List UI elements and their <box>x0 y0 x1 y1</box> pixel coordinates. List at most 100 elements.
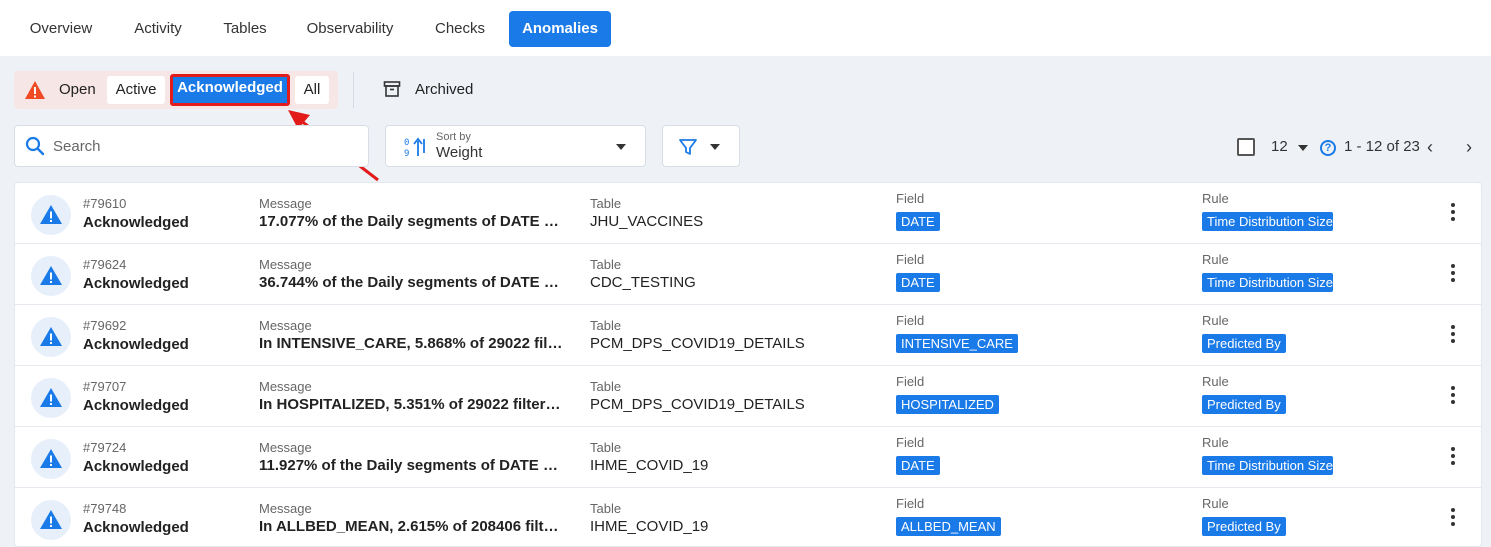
field-tag: HOSPITALIZED <box>896 395 999 414</box>
filter-icon <box>679 139 697 155</box>
field-tag: DATE <box>896 273 940 292</box>
table-value: CDC_TESTING <box>590 274 696 291</box>
anomaly-id: #79692 <box>83 318 127 333</box>
status-acknowledged-button[interactable]: Acknowledged <box>170 74 290 106</box>
table-value: IHME_COVID_19 <box>590 457 709 474</box>
field-tag: INTENSIVE_CARE <box>896 334 1018 353</box>
warning-icon <box>31 256 71 296</box>
warning-icon <box>31 317 71 357</box>
rule-label: Rule <box>1202 191 1229 206</box>
anomaly-row[interactable]: #79692 Acknowledged Message In INTENSIVE… <box>15 305 1481 366</box>
rule-label: Rule <box>1202 435 1229 450</box>
anomaly-row[interactable]: #79724 Acknowledged Message 11.927% of t… <box>15 427 1481 488</box>
warning-icon <box>25 81 45 99</box>
kebab-menu-icon[interactable] <box>1447 447 1459 469</box>
message-value: 36.744% of the Daily segments of DATE ha… <box>259 274 564 291</box>
message-label: Message <box>259 501 312 516</box>
rule-label: Rule <box>1202 313 1229 328</box>
chevron-down-icon[interactable] <box>1298 145 1308 151</box>
sort-dropdown[interactable]: 0 9 Sort by Weight <box>385 125 646 167</box>
tab-observability[interactable]: Observability <box>292 11 408 47</box>
anomaly-status: Acknowledged <box>83 336 189 353</box>
message-label: Message <box>259 379 312 394</box>
chevron-down-icon <box>710 144 720 150</box>
tab-anomalies[interactable]: Anomalies <box>509 11 611 47</box>
kebab-menu-icon[interactable] <box>1447 508 1459 530</box>
anomaly-status: Acknowledged <box>83 519 189 536</box>
field-label: Field <box>896 191 925 206</box>
status-filter-group: Open Active Acknowledged All <box>14 71 338 109</box>
search-input[interactable] <box>53 126 353 166</box>
warning-icon <box>31 439 71 479</box>
field-label: Field <box>896 496 925 511</box>
divider <box>353 72 354 108</box>
chevron-left-icon[interactable]: ‹ <box>1420 137 1440 157</box>
anomaly-status: Acknowledged <box>83 214 189 231</box>
rule-tag: Time Distribution Size <box>1202 273 1333 292</box>
field-label: Field <box>896 313 925 328</box>
anomaly-row[interactable]: #79610 Acknowledged Message 17.077% of t… <box>15 183 1481 244</box>
warning-icon <box>31 195 71 235</box>
field-label: Field <box>896 435 925 450</box>
message-value: In INTENSIVE_CARE, 5.868% of 29022 filte… <box>259 335 564 352</box>
anomaly-row[interactable]: #79707 Acknowledged Message In HOSPITALI… <box>15 366 1481 427</box>
table-label: Table <box>590 440 622 455</box>
message-label: Message <box>259 440 312 455</box>
field-label: Field <box>896 374 925 389</box>
field-tag: DATE <box>896 456 940 475</box>
warning-icon <box>31 500 71 540</box>
kebab-menu-icon[interactable] <box>1447 264 1459 286</box>
svg-text:0: 0 <box>404 138 409 148</box>
tab-checks[interactable]: Checks <box>420 11 500 47</box>
tab-activity[interactable]: Activity <box>118 11 198 47</box>
rule-label: Rule <box>1202 374 1229 389</box>
sort-icon: 0 9 <box>404 137 425 158</box>
page-size-select[interactable]: 12 <box>1271 138 1288 156</box>
message-value: In ALLBED_MEAN, 2.615% of 208406 filtere… <box>259 518 564 535</box>
search-box <box>14 125 369 167</box>
anomaly-status: Acknowledged <box>83 458 189 475</box>
anomaly-id: #79724 <box>83 440 127 455</box>
anomaly-id: #79748 <box>83 501 127 516</box>
kebab-menu-icon[interactable] <box>1447 203 1459 225</box>
filter-button[interactable] <box>662 125 740 167</box>
chevron-right-icon[interactable]: › <box>1459 137 1479 157</box>
anomaly-list: #79610 Acknowledged Message 17.077% of t… <box>14 182 1482 547</box>
warning-icon <box>31 378 71 418</box>
page-range: 1 - 12 of 23 <box>1344 138 1420 155</box>
search-icon <box>25 136 45 156</box>
kebab-menu-icon[interactable] <box>1447 325 1459 347</box>
chevron-down-icon <box>616 144 626 150</box>
select-all-checkbox[interactable] <box>1237 138 1255 156</box>
status-all-button[interactable]: All <box>295 76 329 104</box>
anomaly-row[interactable]: #79748 Acknowledged Message In ALLBED_ME… <box>15 488 1481 546</box>
kebab-menu-icon[interactable] <box>1447 386 1459 408</box>
rule-tag: Predicted By <box>1202 395 1286 414</box>
table-label: Table <box>590 318 622 333</box>
anomaly-row[interactable]: #79624 Acknowledged Message 36.744% of t… <box>15 244 1481 305</box>
help-icon[interactable]: ? <box>1320 140 1336 156</box>
status-open-label[interactable]: Open <box>59 71 96 109</box>
table-value: PCM_DPS_COVID19_DETAILS <box>590 396 805 413</box>
rule-tag: Time Distribution Size <box>1202 212 1333 231</box>
table-label: Table <box>590 196 622 211</box>
sort-value: Weight <box>436 144 483 161</box>
table-value: IHME_COVID_19 <box>590 518 709 535</box>
sort-caption: Sort by <box>436 131 471 143</box>
message-label: Message <box>259 196 312 211</box>
tab-tables[interactable]: Tables <box>210 11 280 47</box>
message-value: 11.927% of the Daily segments of DATE ha… <box>259 457 564 474</box>
archive-icon[interactable] <box>383 80 401 98</box>
tab-overview[interactable]: Overview <box>16 11 106 47</box>
anomaly-status: Acknowledged <box>83 397 189 414</box>
table-value: PCM_DPS_COVID19_DETAILS <box>590 335 805 352</box>
field-tag: DATE <box>896 212 940 231</box>
table-label: Table <box>590 501 622 516</box>
status-active-button[interactable]: Active <box>107 76 165 104</box>
archived-button[interactable]: Archived <box>415 80 473 100</box>
table-value: JHU_VACCINES <box>590 213 704 230</box>
message-label: Message <box>259 257 312 272</box>
svg-text:9: 9 <box>404 149 409 158</box>
anomaly-id: #79707 <box>83 379 127 394</box>
rule-tag: Predicted By <box>1202 517 1286 536</box>
